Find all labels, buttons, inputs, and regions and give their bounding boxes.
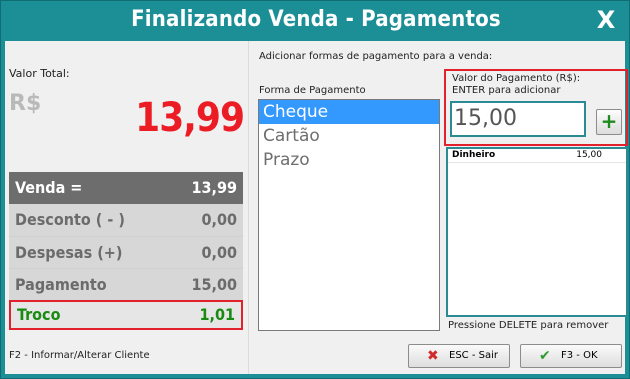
- payment-value-box: Valor do Pagamento (R$): ENTER para adic…: [444, 69, 628, 146]
- ok-button-label: F3 - OK: [561, 350, 598, 361]
- total-label: Valor Total:: [9, 67, 70, 80]
- payment-method-cheque[interactable]: Cheque: [259, 100, 439, 124]
- close-button[interactable]: X: [591, 5, 621, 35]
- close-icon: ✖: [427, 348, 439, 364]
- delete-hint: Pressione DELETE para remover: [448, 320, 609, 331]
- payment-method-prazo[interactable]: Prazo: [259, 148, 439, 172]
- payment-name: Dinheiro: [452, 150, 496, 160]
- payment-value-label: Valor do Pagamento (R$):: [452, 73, 581, 84]
- payment-window: Finalizando Venda - Pagamentos X Valor T…: [0, 0, 630, 379]
- row-pagamento-label: Pagamento: [15, 275, 107, 294]
- payment-method-list[interactable]: Cheque Cartão Prazo: [258, 99, 440, 331]
- payment-amount: 15,00: [576, 150, 602, 160]
- title-bar: Finalizando Venda - Pagamentos X: [1, 1, 630, 39]
- row-desconto-label: Desconto ( - ): [15, 210, 125, 229]
- list-item[interactable]: Dinheiro 15,00: [448, 149, 626, 163]
- add-payment-label: Adicionar formas de pagamento para a ven…: [259, 51, 493, 62]
- summary-table: Venda = 13,99 Desconto ( - ) 0,00 Despes…: [9, 172, 243, 330]
- row-venda-label: Venda =: [15, 178, 83, 197]
- row-despesas-value: 0,00: [201, 243, 237, 262]
- row-venda-value: 13,99: [191, 178, 237, 197]
- row-troco: Troco 1,01: [9, 300, 243, 330]
- row-troco-value: 1,01: [199, 305, 235, 324]
- payment-method-label: Forma de Pagamento: [259, 85, 366, 96]
- total-value: 13,99: [135, 95, 245, 141]
- checkmark-icon: ✔: [539, 348, 551, 364]
- add-payment-button[interactable]: +: [596, 109, 622, 135]
- exit-button[interactable]: ✖ ESC - Sair: [408, 344, 510, 368]
- row-desconto-value: 0,00: [201, 210, 237, 229]
- payment-method-cartao[interactable]: Cartão: [259, 124, 439, 148]
- summary-panel: Valor Total: R$ 13,99 Venda = 13,99 Desc…: [5, 41, 249, 374]
- enter-hint: ENTER para adicionar: [452, 85, 561, 96]
- client-shortcut-hint: F2 - Informar/Alterar Cliente: [9, 350, 150, 361]
- row-desconto: Desconto ( - ) 0,00: [9, 204, 243, 236]
- row-pagamento: Pagamento 15,00: [9, 268, 243, 300]
- payment-value-input[interactable]: 15,00: [450, 101, 586, 137]
- row-troco-label: Troco: [17, 305, 61, 324]
- row-venda: Venda = 13,99: [9, 172, 243, 204]
- ok-button[interactable]: ✔ F3 - OK: [520, 344, 622, 368]
- window-title: Finalizando Venda - Pagamentos: [131, 7, 501, 32]
- currency-symbol: R$: [9, 91, 42, 116]
- window-content: Valor Total: R$ 13,99 Venda = 13,99 Desc…: [5, 41, 628, 374]
- row-despesas-label: Despesas (+): [15, 243, 123, 262]
- row-despesas: Despesas (+) 0,00: [9, 236, 243, 268]
- row-pagamento-value: 15,00: [191, 275, 237, 294]
- added-payments-list[interactable]: Dinheiro 15,00: [446, 147, 628, 317]
- exit-button-label: ESC - Sair: [449, 350, 498, 361]
